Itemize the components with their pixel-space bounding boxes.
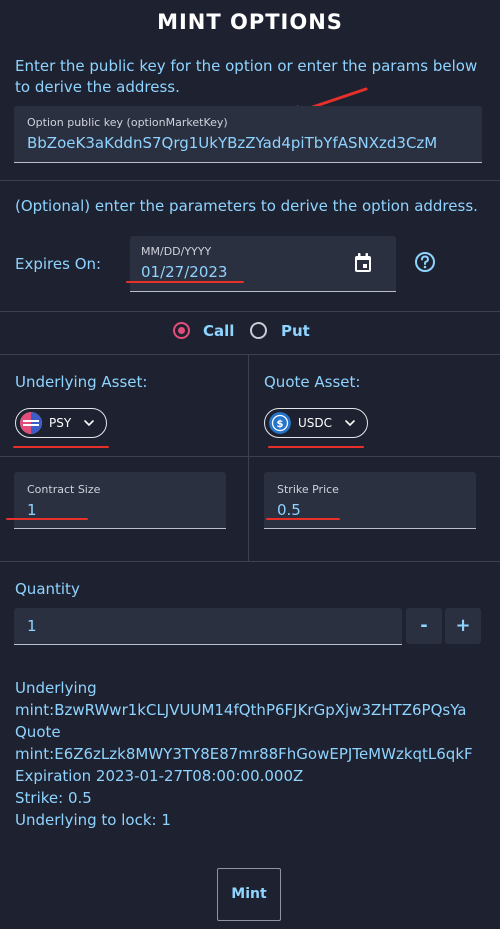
option-public-key-field[interactable]: Option public key (optionMarketKey) BbZo… xyxy=(14,106,482,163)
quantity-increment-button[interactable]: + xyxy=(445,608,481,644)
chevron-down-icon xyxy=(345,420,355,427)
column-divider xyxy=(248,354,249,561)
put-radio[interactable] xyxy=(250,322,267,339)
option-public-key-label: Option public key (optionMarketKey) xyxy=(27,116,228,129)
quote-asset-label: Quote Asset: xyxy=(264,373,361,391)
annotation-underline xyxy=(6,518,88,520)
quote-asset-value: USDC xyxy=(298,416,333,430)
usdc-token-icon: $ xyxy=(269,412,291,434)
psy-token-icon xyxy=(20,412,42,434)
quote-mint-label: Quote xyxy=(15,723,61,741)
chevron-down-icon xyxy=(84,420,94,427)
mint-button[interactable]: Mint xyxy=(217,868,281,921)
page-title: MINT OPTIONS xyxy=(157,10,343,34)
calendar-icon[interactable] xyxy=(354,253,372,273)
contract-size-label: Contract Size xyxy=(27,483,101,496)
call-label[interactable]: Call xyxy=(203,322,234,340)
quantity-input[interactable]: 1 xyxy=(14,608,402,645)
expiration-date-field[interactable]: MM/DD/YYYY 01/27/2023 xyxy=(130,236,396,292)
put-label[interactable]: Put xyxy=(281,322,310,340)
section-divider xyxy=(0,456,500,457)
expiration-date-value[interactable]: 01/27/2023 xyxy=(141,263,227,281)
section-divider xyxy=(0,354,500,355)
section-divider xyxy=(0,561,500,562)
help-icon[interactable] xyxy=(414,251,436,273)
section-divider xyxy=(0,180,500,181)
underlying-mint-value: mint:BzwRWwr1kCLJVUUM14fQthP6FJKrGpXjw3Z… xyxy=(15,701,467,719)
contract-size-field[interactable]: Contract Size 1 xyxy=(14,472,226,529)
option-public-key-value[interactable]: BbZoeK3aKddnS7Qrg1UkYBzZYad4piTbYfASNXzd… xyxy=(27,134,437,152)
strike-price-value[interactable]: 0.5 xyxy=(277,501,301,519)
annotation-underline xyxy=(268,446,364,448)
contract-size-value[interactable]: 1 xyxy=(27,501,37,519)
strike-summary: Strike: 0.5 xyxy=(15,789,92,807)
optional-params-hint: (Optional) enter the parameters to deriv… xyxy=(15,197,478,215)
quantity-decrement-button[interactable]: - xyxy=(406,608,442,644)
quantity-label: Quantity xyxy=(15,580,80,598)
date-format-label: MM/DD/YYYY xyxy=(141,245,212,258)
underlying-asset-label: Underlying Asset: xyxy=(15,373,148,391)
expiration-summary: Expiration 2023-01-27T08:00:00.000Z xyxy=(15,767,304,785)
underlying-asset-value: PSY xyxy=(49,416,72,430)
underlying-asset-select[interactable]: PSY xyxy=(15,408,107,438)
strike-price-field[interactable]: Strike Price 0.5 xyxy=(264,472,476,529)
mint-summary: Underlying mint:BzwRWwr1kCLJVUUM14fQthP6… xyxy=(15,677,495,831)
expires-on-label: Expires On: xyxy=(15,255,102,273)
call-radio[interactable] xyxy=(173,322,190,339)
annotation-underline xyxy=(126,281,244,283)
quantity-value[interactable]: 1 xyxy=(27,617,37,635)
section-divider xyxy=(0,311,500,312)
option-type-selector: Call Put xyxy=(0,320,500,346)
svg-text:$: $ xyxy=(277,419,284,430)
underlying-to-lock-summary: Underlying to lock: 1 xyxy=(15,811,171,829)
quote-mint-value: mint:E6Z6zLzk8MWY3TY8E87mr88FhGowEPJTeMW… xyxy=(15,745,473,763)
annotation-underline xyxy=(266,518,340,520)
underlying-mint-label: Underlying xyxy=(15,679,97,697)
quote-asset-select[interactable]: $ USDC xyxy=(264,408,368,438)
strike-price-label: Strike Price xyxy=(277,483,339,496)
annotation-underline xyxy=(13,446,109,448)
intro-text: Enter the public key for the option or e… xyxy=(15,57,478,96)
